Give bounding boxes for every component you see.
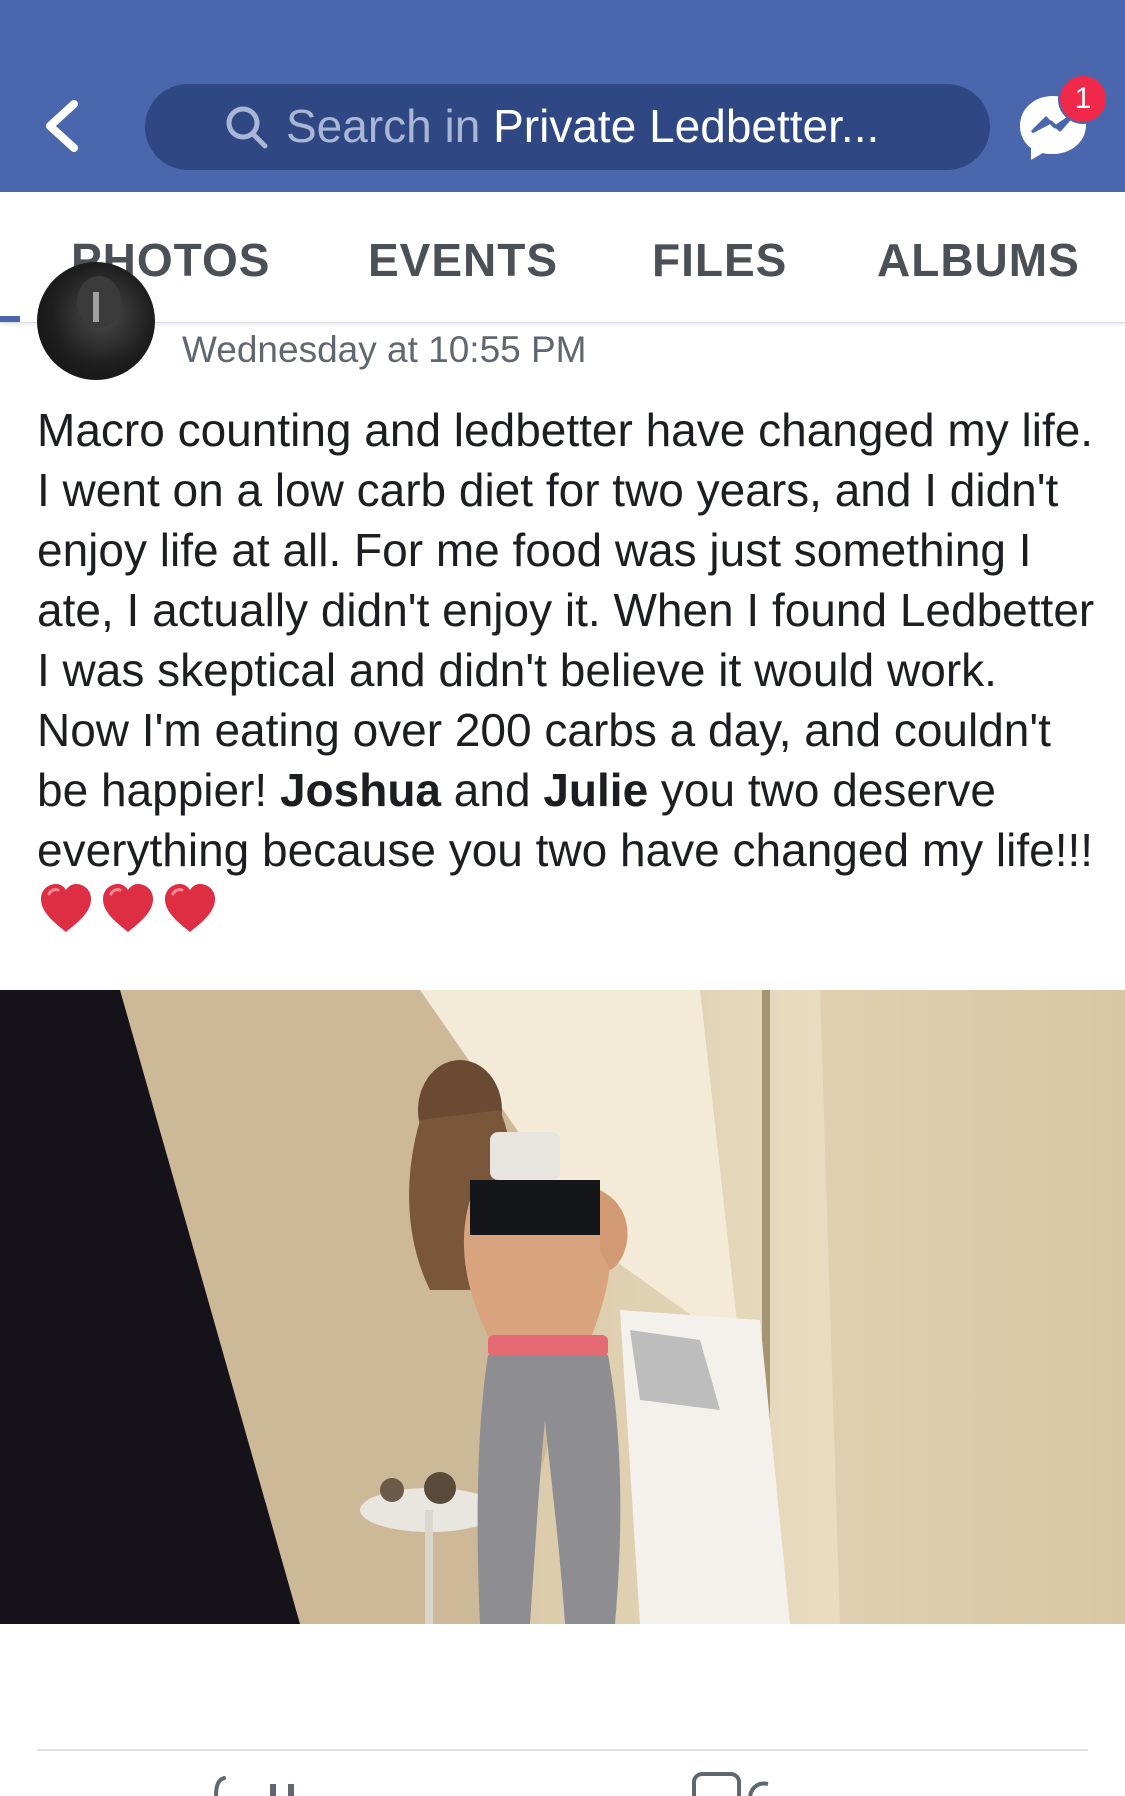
- post-text-part2: and: [441, 764, 544, 816]
- post-text-part1: Macro counting and ledbetter have change…: [37, 404, 1095, 816]
- group-tabs: PHOTOS EVENTS FILES ALBUMS: [0, 192, 1125, 323]
- heart-emoji-icon: [99, 880, 157, 938]
- like-icon[interactable]: [210, 1776, 300, 1796]
- post-photo[interactable]: [0, 990, 1125, 1624]
- search-icon: [223, 103, 271, 151]
- search-placeholder: Search in Private Ledbetter...: [286, 98, 879, 154]
- tab-albums[interactable]: ALBUMS: [877, 232, 1080, 288]
- mention-joshua[interactable]: Joshua: [280, 764, 441, 816]
- tab-files[interactable]: FILES: [652, 232, 787, 288]
- comment-icon[interactable]: [690, 1772, 770, 1796]
- heart-emoji-icon: [161, 880, 219, 938]
- action-divider: [37, 1749, 1088, 1751]
- app-header: Search in Private Ledbetter... 1: [0, 0, 1125, 192]
- back-icon[interactable]: [36, 96, 88, 156]
- avatar[interactable]: [37, 262, 155, 380]
- notification-badge: 1: [1058, 74, 1108, 124]
- search-input[interactable]: Search in Private Ledbetter...: [145, 84, 990, 170]
- mention-julie[interactable]: Julie: [543, 764, 648, 816]
- search-prefix: Search in: [286, 100, 494, 152]
- post-timestamp[interactable]: Wednesday at 10:55 PM: [182, 328, 587, 372]
- tab-events[interactable]: EVENTS: [368, 232, 558, 288]
- post-body: Macro counting and ledbetter have change…: [37, 400, 1097, 940]
- heart-emoji-icon: [37, 880, 95, 938]
- active-tab-indicator: [0, 316, 20, 322]
- search-scope: Private Ledbetter...: [493, 100, 880, 152]
